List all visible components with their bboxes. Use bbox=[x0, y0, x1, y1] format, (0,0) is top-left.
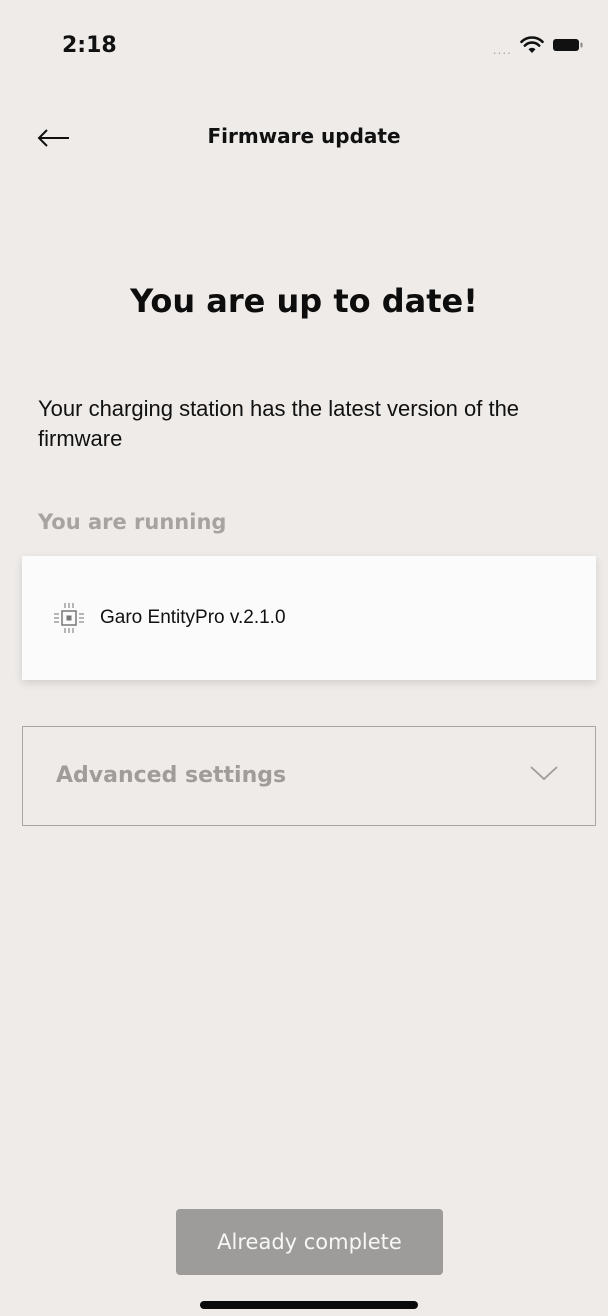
already-complete-label: Already complete bbox=[217, 1230, 402, 1254]
chevron-down-icon bbox=[529, 763, 559, 783]
wifi-icon bbox=[520, 36, 544, 58]
running-label: You are running bbox=[38, 510, 227, 534]
nav-bar: Firmware update bbox=[0, 110, 608, 170]
advanced-settings-toggle[interactable]: Advanced settings bbox=[22, 726, 596, 826]
advanced-settings-label: Advanced settings bbox=[56, 763, 287, 788]
up-to-date-heading: You are up to date! bbox=[130, 282, 478, 320]
home-indicator bbox=[200, 1301, 418, 1309]
signal-dots: .... bbox=[492, 43, 512, 57]
status-bar: 2:18 .... bbox=[0, 0, 608, 100]
battery-icon bbox=[552, 37, 584, 57]
page-title: Firmware update bbox=[207, 124, 401, 148]
firmware-version: Garo EntityPro v.2.1.0 bbox=[100, 607, 286, 628]
chip-icon bbox=[50, 599, 88, 637]
status-time: 2:18 bbox=[62, 33, 117, 58]
status-description: Your charging station has the latest ver… bbox=[38, 396, 520, 451]
status-icons: .... bbox=[493, 36, 584, 58]
already-complete-button[interactable]: Already complete bbox=[176, 1209, 443, 1275]
firmware-card: Garo EntityPro v.2.1.0 bbox=[22, 556, 596, 680]
